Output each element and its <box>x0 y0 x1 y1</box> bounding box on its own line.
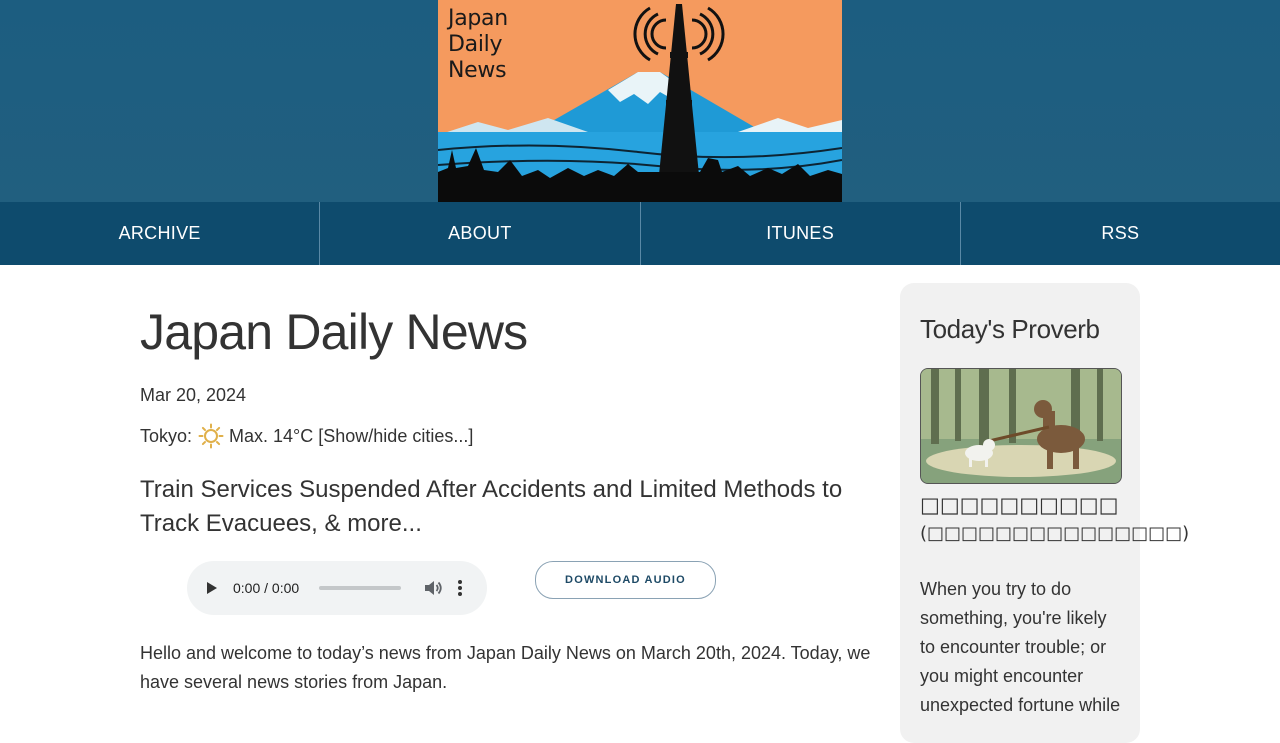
play-icon[interactable] <box>207 582 217 594</box>
proverb-japanese: □□□□□□□□□□ <box>920 493 1119 517</box>
audio-progress-slider[interactable] <box>319 586 402 590</box>
banner-image[interactable]: Japan Daily News <box>438 0 842 202</box>
episode-headline: Train Services Suspended After Accidents… <box>140 476 843 537</box>
show-hide-cities-link[interactable]: [Show/hide cities...] <box>318 426 473 447</box>
audio-time: 0:00 / 0:00 <box>233 580 300 596</box>
weather-max-temp: Max. 14°C <box>229 425 314 446</box>
nav-rss[interactable]: RSS <box>961 202 1280 265</box>
download-audio-button[interactable]: DOWNLOAD AUDIO <box>535 561 716 599</box>
proverb-reading: (□□□□□□□□□□□□□□□) <box>920 523 1190 544</box>
page-title: Japan Daily News <box>140 304 528 360</box>
main-nav: ARCHIVE ABOUT ITUNES RSS <box>0 202 1280 265</box>
nav-archive[interactable]: ARCHIVE <box>0 202 321 265</box>
volume-icon[interactable] <box>423 578 443 598</box>
sidebar-title: Today's Proverb <box>920 314 1100 344</box>
proverb-sidebar: Today's Proverb □□□□□□□□□□ (□□□□□□□□□□□□… <box>900 283 1189 743</box>
proverb-meaning: When you try to do something, you're lik… <box>920 579 1121 715</box>
nav-itunes[interactable]: ITUNES <box>641 202 961 265</box>
weather-line: Tokyo: Max. 14°C [Show/hide cities...] <box>140 423 473 449</box>
more-options-icon[interactable] <box>457 579 463 597</box>
sun-icon <box>198 423 224 449</box>
banner-logo-text: Japan Daily News <box>448 6 508 83</box>
post-date: Mar 20, 2024 <box>140 385 247 405</box>
nav-about[interactable]: ABOUT <box>320 202 641 265</box>
proverb-illustration <box>920 368 1122 484</box>
site-header: Japan Daily News <box>0 0 1280 202</box>
audio-player: 0:00 / 0:00 <box>187 561 487 615</box>
intro-paragraph: Hello and welcome to today’s news from J… <box>140 643 871 692</box>
weather-city: Tokyo: <box>140 425 193 446</box>
